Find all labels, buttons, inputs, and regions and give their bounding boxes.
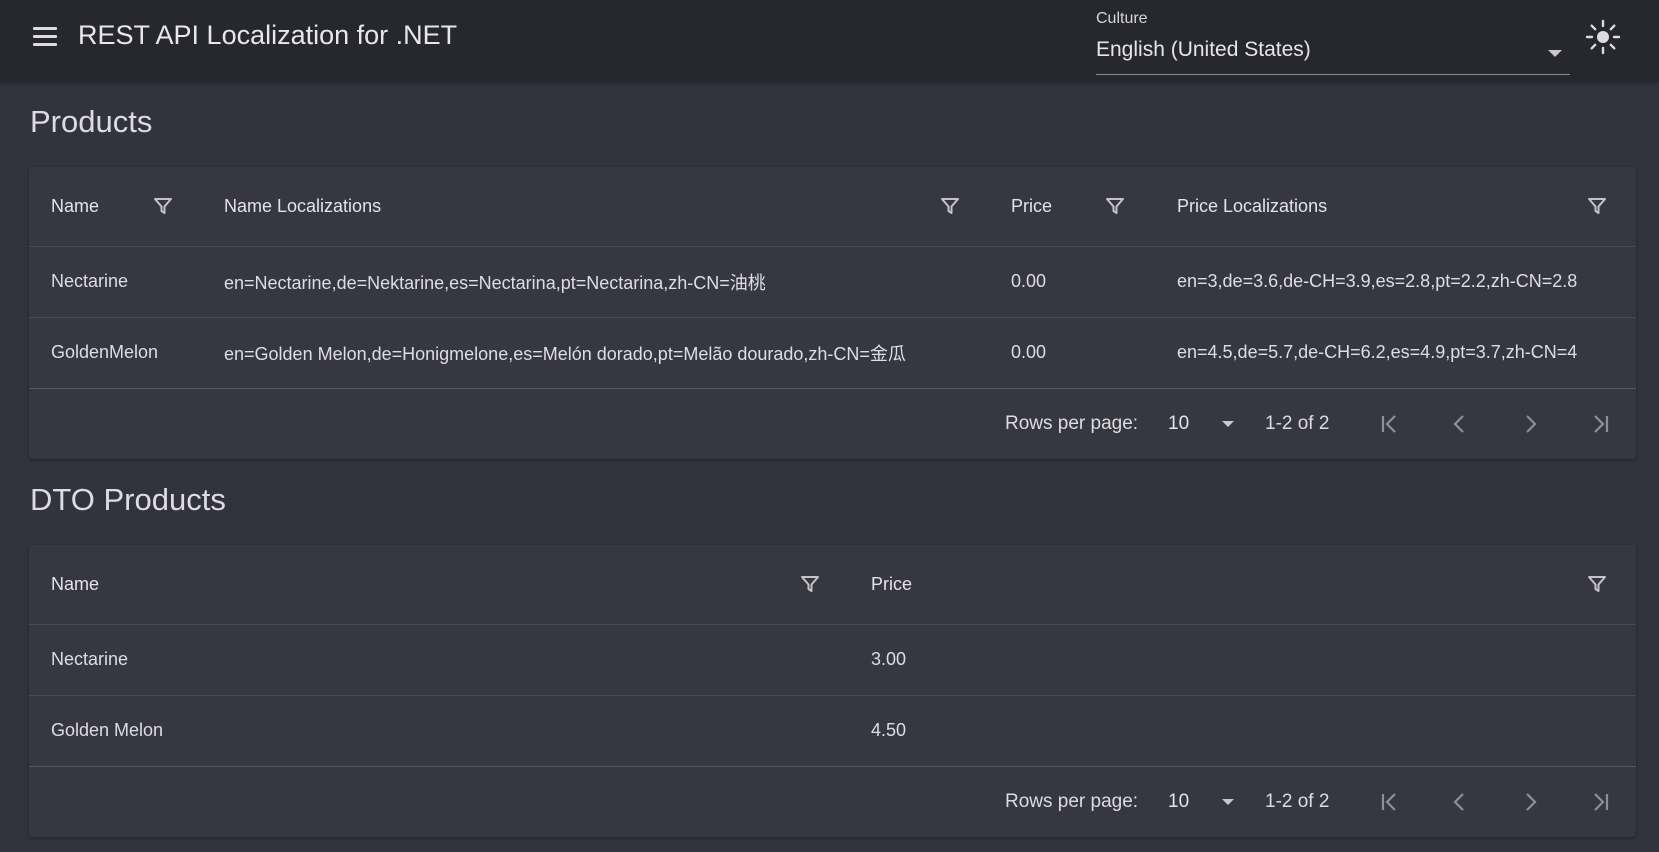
cell-name: Golden Melon: [51, 720, 164, 740]
filter-funnel-icon[interactable]: [940, 196, 960, 216]
cell-price: 0.00: [1011, 271, 1047, 291]
table-row[interactable]: Golden Melon 4.50: [29, 695, 1636, 767]
first-page-icon[interactable]: [1375, 409, 1405, 439]
table-pager: Rows per page: 10 1-2 of 2: [29, 767, 1636, 837]
sun-icon[interactable]: [1584, 18, 1622, 56]
culture-select[interactable]: Culture English (United States): [1096, 8, 1570, 75]
cell-name: Nectarine: [51, 271, 129, 291]
cell-price: 0.00: [1011, 342, 1047, 362]
header-price[interactable]: Price: [871, 545, 912, 624]
first-page-icon[interactable]: [1375, 787, 1405, 817]
last-page-icon[interactable]: [1585, 409, 1615, 439]
cell-name-localizations: en=Nectarine,de=Nektarine,es=Nectarina,p…: [224, 272, 766, 293]
filter-funnel-icon[interactable]: [153, 196, 173, 216]
header-name[interactable]: Name: [51, 167, 99, 246]
header-name-localizations[interactable]: Name Localizations: [224, 167, 381, 246]
table-header-row: Name Name Localizations Price Price Loca…: [29, 167, 1636, 247]
hamburger-menu-icon[interactable]: [30, 24, 62, 50]
app-title: REST API Localization for .NET: [78, 20, 458, 50]
table-row[interactable]: GoldenMelon en=Golden Melon,de=Honigmelo…: [29, 317, 1636, 389]
table-header-row: Name Price: [29, 545, 1636, 625]
table-pager: Rows per page: 10 1-2 of 2: [29, 389, 1636, 459]
cell-name: GoldenMelon: [51, 342, 159, 362]
header-price-localizations[interactable]: Price Localizations: [1177, 167, 1327, 246]
rows-per-page-select[interactable]: 10: [1168, 781, 1238, 823]
cell-price: 3.00: [871, 649, 907, 669]
app-bar: REST API Localization for .NET Culture E…: [0, 0, 1659, 82]
culture-label: Culture: [1096, 10, 1148, 27]
page-range: 1-2 of 2: [1265, 413, 1330, 434]
last-page-icon[interactable]: [1585, 787, 1615, 817]
products-title: Products: [30, 104, 153, 139]
chevron-left-icon[interactable]: [1445, 409, 1475, 439]
rows-per-page-label: Rows per page:: [1005, 791, 1139, 812]
rows-per-page-value: 10: [1168, 791, 1190, 812]
header-price[interactable]: Price: [1011, 167, 1052, 246]
page-range: 1-2 of 2: [1265, 791, 1330, 812]
triangle-down-icon: [1222, 799, 1234, 805]
cell-price: 4.50: [871, 720, 907, 740]
header-name[interactable]: Name: [51, 545, 99, 624]
dto-products-table: Name Price Nectarine 3.00 Golden Melon 4…: [29, 545, 1636, 837]
cell-name: Nectarine: [51, 649, 129, 669]
rows-per-page-value: 10: [1168, 413, 1190, 434]
cell-price-localizations: en=3,de=3.6,de-CH=3.9,es=2.8,pt=2.2,zh-C…: [1177, 271, 1578, 291]
cell-name-localizations: en=Golden Melon,de=Honigmelone,es=Melón …: [224, 343, 906, 364]
dto-products-title: DTO Products: [30, 482, 226, 517]
chevron-left-icon[interactable]: [1445, 787, 1475, 817]
chevron-right-icon[interactable]: [1515, 787, 1545, 817]
table-row[interactable]: Nectarine 3.00: [29, 624, 1636, 696]
chevron-right-icon[interactable]: [1515, 409, 1545, 439]
triangle-down-icon: [1548, 50, 1562, 57]
rows-per-page-label: Rows per page:: [1005, 413, 1139, 434]
triangle-down-icon: [1222, 421, 1234, 427]
rows-per-page-select[interactable]: 10: [1168, 403, 1238, 445]
culture-value: English (United States): [1096, 38, 1311, 61]
filter-funnel-icon[interactable]: [1105, 196, 1125, 216]
table-row[interactable]: Nectarine en=Nectarine,de=Nektarine,es=N…: [29, 246, 1636, 318]
filter-funnel-icon[interactable]: [1587, 574, 1607, 594]
products-table: Name Name Localizations Price Price Loca…: [29, 167, 1636, 459]
filter-funnel-icon[interactable]: [1587, 196, 1607, 216]
cell-price-localizations: en=4.5,de=5.7,de-CH=6.2,es=4.9,pt=3.7,zh…: [1177, 342, 1578, 362]
filter-funnel-icon[interactable]: [800, 574, 820, 594]
